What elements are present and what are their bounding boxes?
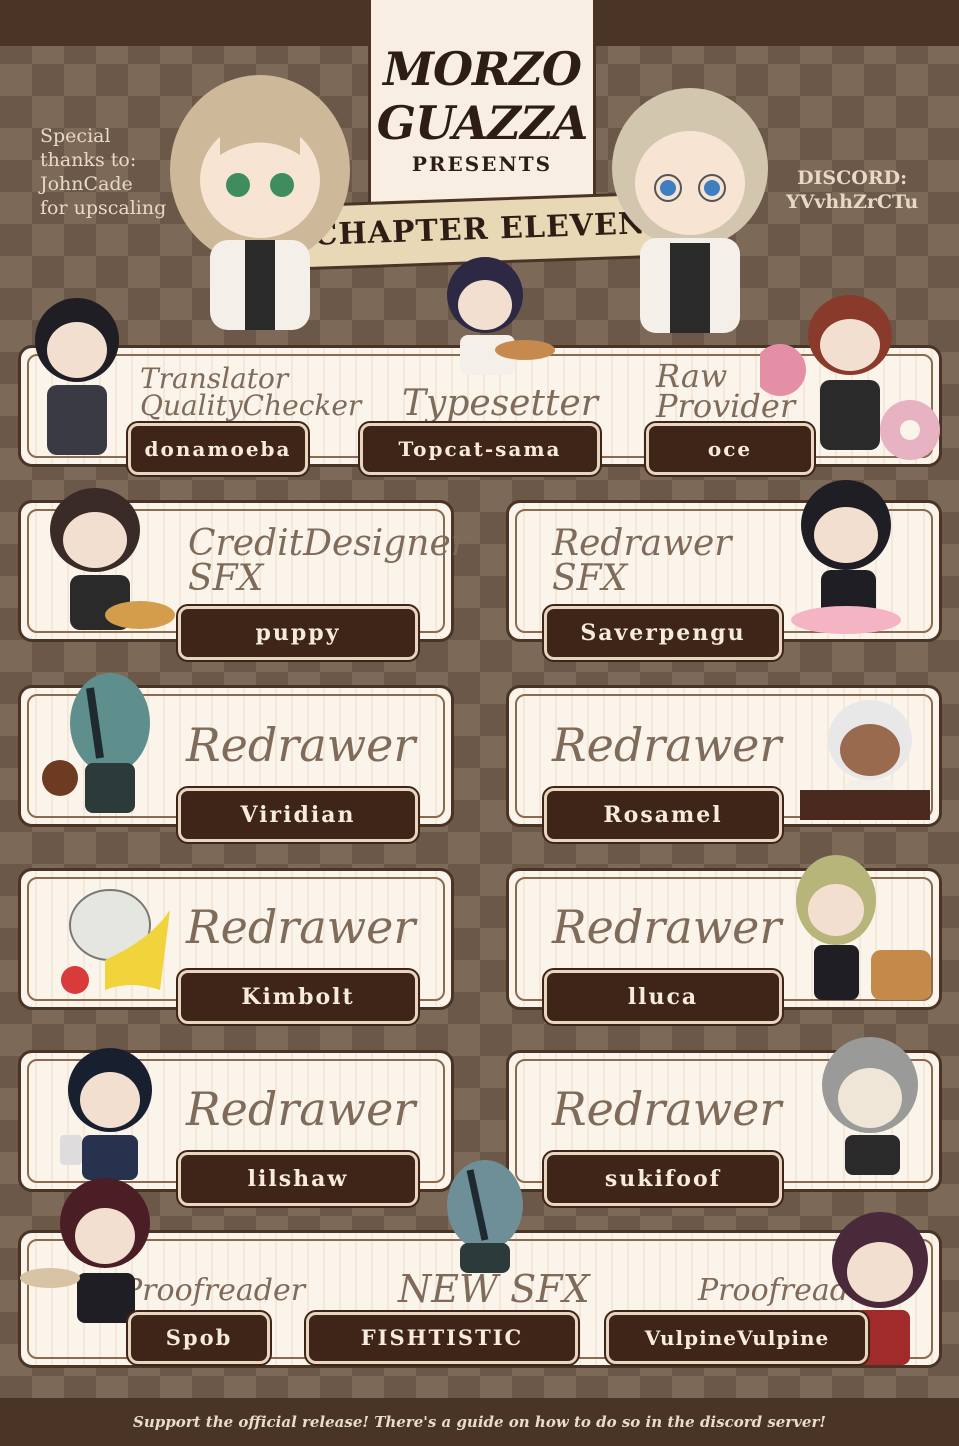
chibi-saverpengu-illustration	[791, 480, 901, 634]
footer-support-note: Support the official release! There's a …	[0, 1398, 959, 1446]
role-redrawer: Redrawer	[552, 523, 732, 564]
role-redrawer: Redrawer	[552, 1082, 782, 1136]
brand-line-2: GUAZZA	[376, 96, 589, 150]
role-sfx: SFX	[188, 558, 264, 599]
chibi-girl-illustration	[170, 75, 350, 330]
credit-name-kimbolt: Kimbolt	[176, 968, 420, 1026]
credit-name-donamoeba: donamoeba	[126, 421, 310, 477]
role-redrawer: Redrawer	[552, 900, 782, 954]
brand-line-1: MORZO	[383, 42, 582, 96]
chibi-spob-illustration	[20, 1178, 150, 1323]
credit-name-lluca: lluca	[542, 968, 784, 1026]
credit-name-oce: oce	[644, 421, 816, 477]
role-typesetter: Typesetter	[402, 383, 598, 424]
chibi-kimbolt-illustration	[61, 889, 170, 994]
credit-name-saverpengu: Saverpengu	[542, 604, 784, 662]
credit-name-vulpinevulpine: VulpineVulpine	[604, 1310, 870, 1366]
credit-name-spob: Spob	[126, 1310, 272, 1366]
chibi-puppy-illustration	[50, 488, 175, 630]
chibi-lilshaw-illustration	[60, 1048, 152, 1180]
credit-name-fishtistic: FISHTISTIC	[304, 1310, 580, 1366]
role-sfx: SFX	[552, 558, 628, 599]
discord-note: DISCORD: YVvhhZrCTu	[786, 166, 918, 214]
discord-code: YVvhhZrCTu	[786, 191, 919, 213]
credit-name-puppy: puppy	[176, 604, 420, 662]
special-thanks-note: Special thanks to: JohnCade for upscalin…	[40, 125, 167, 219]
title-plaque: MORZO GUAZZA PRESENTS	[368, 0, 596, 215]
discord-label: DISCORD:	[797, 167, 908, 189]
chibi-viridian-illustration	[42, 673, 150, 813]
chibi-fishtistic-illustration	[447, 1160, 523, 1273]
role-credit-designer: CreditDesigner	[188, 523, 468, 564]
credit-name-topcat-sama: Topcat-sama	[358, 421, 602, 477]
role-redrawer: Redrawer	[186, 900, 416, 954]
chibi-eating-illustration	[447, 257, 555, 375]
chibi-rosamel-illustration	[800, 700, 930, 820]
chibi-boy-glasses-illustration	[612, 88, 768, 333]
role-quality-checker: QualityChecker	[140, 389, 362, 422]
chibi-dark-hair-illustration	[35, 298, 119, 455]
credit-name-sukifoof: sukifoof	[542, 1150, 784, 1208]
presents-label: PRESENTS	[411, 152, 553, 176]
credit-name-viridian: Viridian	[176, 786, 420, 844]
role-redrawer: Redrawer	[186, 1082, 416, 1136]
credit-name-rosamel: Rosamel	[542, 786, 784, 844]
role-redrawer: Redrawer	[552, 718, 782, 772]
role-redrawer: Redrawer	[186, 718, 416, 772]
credit-name-lilshaw: lilshaw	[176, 1150, 420, 1208]
chibi-lluca-illustration	[796, 855, 931, 1000]
chibi-sukifoof-illustration	[822, 1037, 918, 1175]
role-new-sfx: NEW SFX	[398, 1267, 590, 1311]
